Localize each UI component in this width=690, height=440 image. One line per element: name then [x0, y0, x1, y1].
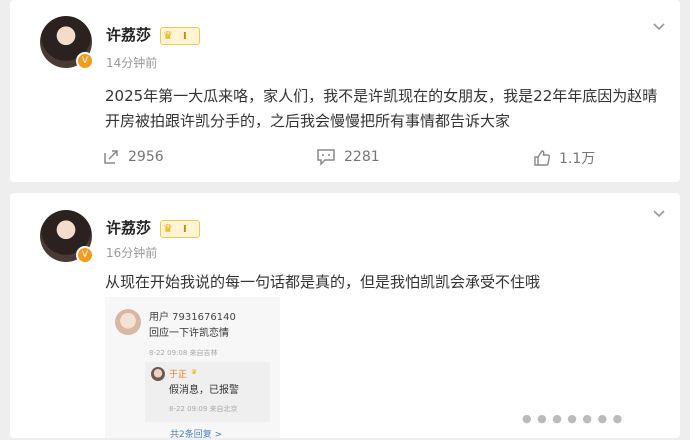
- quoted-reply: 于正 ♛ 假消息，已报警 8-22 09:09 来自北京: [145, 362, 270, 422]
- like-button[interactable]: 1.1万: [533, 148, 595, 168]
- post-text: 从现在开始我说的每一句话都是真的，但是我怕凯凯会承受不住哦: [105, 273, 541, 291]
- more-replies-link: 共2条回复 >: [170, 430, 223, 440]
- reply-username: 于正: [169, 370, 188, 380]
- reply-time: 8-22 09:09 来自北京: [169, 405, 238, 413]
- level-badge: ♛ I: [160, 27, 200, 45]
- avatar[interactable]: V: [40, 210, 94, 264]
- post-text: 2025年第一大瓜来咯，家人们，我不是许凯现在的女朋友，我是22年年底因为赵晴开…: [105, 87, 658, 130]
- chevron-down-icon[interactable]: [652, 20, 666, 34]
- repost-icon: [104, 150, 118, 164]
- thumbs-up-icon: [534, 150, 551, 166]
- post-time[interactable]: 16分钟前: [106, 244, 157, 261]
- quoted-user-avatar: [115, 309, 141, 335]
- weibo-post-card: V 许荔莎 ♛ I 16分钟前 从现在开始我说的每一句话都是真的，但是我怕凯凯会…: [10, 193, 680, 440]
- weibo-post-card: V 许荔莎 ♛ I 14分钟前 2025年第一大瓜来咯，家人们，我不是许凯现在的…: [10, 0, 680, 182]
- level-number: I: [183, 223, 187, 235]
- comment-count: 2281: [344, 149, 380, 165]
- quoted-time: 8-22 09:08 来自吉林: [149, 349, 218, 357]
- reply-avatar: [151, 367, 165, 381]
- level-badge: ♛ I: [160, 220, 200, 238]
- crown-icon: ♛: [163, 29, 173, 42]
- username[interactable]: 许荔莎: [106, 24, 151, 45]
- crown-icon: ♛: [191, 368, 198, 376]
- comment-button[interactable]: 2281: [316, 148, 380, 166]
- level-number: I: [183, 30, 187, 42]
- quoted-message: 回应一下许凯恋情: [149, 328, 229, 339]
- quoted-username: 用户 7931676140: [149, 312, 236, 323]
- avatar[interactable]: V: [40, 16, 94, 70]
- like-count: 1.1万: [559, 151, 596, 167]
- comment-icon: [317, 149, 335, 166]
- reply-message: 假消息，已报警: [169, 385, 239, 396]
- verified-badge: V: [76, 52, 94, 70]
- username[interactable]: 许荔莎: [106, 217, 151, 238]
- post-time[interactable]: 14分钟前: [106, 54, 157, 71]
- chevron-down-icon[interactable]: [652, 207, 666, 221]
- crown-icon: ♛: [163, 222, 173, 235]
- verified-badge: V: [76, 246, 94, 264]
- action-bar: 2956 2281 1.1万: [10, 148, 680, 172]
- repost-count: 2956: [128, 149, 164, 165]
- watermark-dots: ● ● ● ● ● ● ●: [522, 412, 624, 425]
- embedded-screenshot[interactable]: 用户 7931676140 回应一下许凯恋情 8-22 09:08 来自吉林 于…: [105, 297, 280, 440]
- repost-button[interactable]: 2956: [102, 148, 164, 166]
